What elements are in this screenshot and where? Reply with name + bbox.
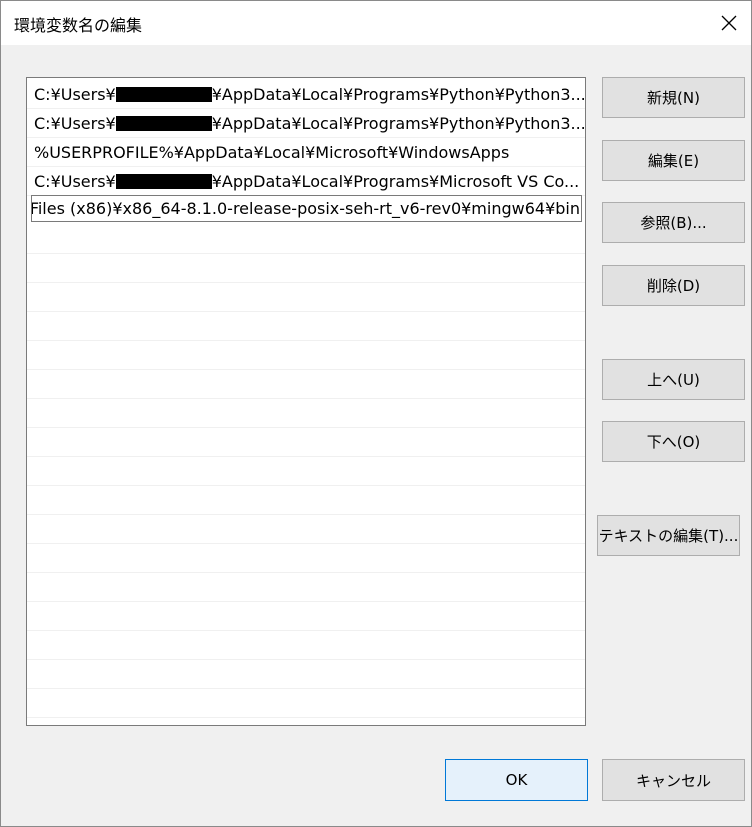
empty-row	[27, 689, 585, 718]
empty-row	[27, 515, 585, 544]
empty-row	[27, 225, 585, 254]
empty-row	[27, 544, 585, 573]
list-item-editing[interactable]	[31, 195, 582, 222]
edit-button[interactable]: 編集(E)	[602, 140, 745, 181]
list-item[interactable]: C:¥Users¥ ¥AppData¥Local¥Programs¥Python¥…	[27, 109, 585, 138]
empty-row	[27, 254, 585, 283]
empty-row	[27, 428, 585, 457]
window-title: 環境変数名の編集	[14, 16, 143, 35]
list-item[interactable]: C:¥Users¥ ¥AppData¥Local¥Programs¥Microso…	[27, 167, 585, 196]
move-down-button[interactable]: 下へ(O)	[602, 421, 745, 462]
delete-button[interactable]: 削除(D)	[602, 265, 745, 306]
redacted-username	[115, 116, 212, 131]
empty-row	[27, 573, 585, 602]
empty-row	[27, 457, 585, 486]
path-suffix: ¥AppData¥Local¥Programs¥Python¥Python3..…	[211, 114, 585, 133]
new-button[interactable]: 新規(N)	[602, 77, 745, 118]
cancel-button[interactable]: キャンセル	[602, 759, 745, 801]
path-edit-input[interactable]	[32, 196, 580, 221]
empty-row	[27, 283, 585, 312]
list-item[interactable]: %USERPROFILE%¥AppData¥Local¥Microsoft¥Wi…	[27, 138, 585, 167]
close-icon	[721, 15, 737, 30]
path-prefix: C:¥Users¥	[34, 114, 116, 133]
list-item[interactable]: C:¥Users¥ ¥AppData¥Local¥Programs¥Python¥…	[27, 80, 585, 109]
empty-row	[27, 486, 585, 515]
move-up-button[interactable]: 上へ(U)	[602, 359, 745, 400]
path-list[interactable]: C:¥Users¥ ¥AppData¥Local¥Programs¥Python¥…	[26, 77, 586, 726]
empty-row	[27, 312, 585, 341]
empty-row	[27, 399, 585, 428]
empty-row	[27, 660, 585, 689]
empty-row	[27, 341, 585, 370]
browse-button[interactable]: 参照(B)...	[602, 202, 745, 243]
empty-row	[27, 631, 585, 660]
redacted-username	[115, 87, 212, 102]
ok-button[interactable]: OK	[445, 759, 588, 801]
empty-row	[27, 602, 585, 631]
empty-row	[27, 370, 585, 399]
edit-text-button[interactable]: テキストの編集(T)...	[597, 515, 740, 556]
path-prefix: C:¥Users¥	[34, 172, 116, 191]
path-suffix: ¥AppData¥Local¥Programs¥Microsoft VS Co.…	[211, 172, 580, 191]
path-suffix: ¥AppData¥Local¥Programs¥Python¥Python3..…	[211, 85, 585, 104]
redacted-username	[115, 174, 212, 189]
path-prefix: C:¥Users¥	[34, 85, 116, 104]
path-text: %USERPROFILE%¥AppData¥Local¥Microsoft¥Wi…	[34, 143, 510, 162]
close-button[interactable]	[706, 0, 752, 45]
title-bar: 環境変数名の編集	[0, 0, 752, 45]
